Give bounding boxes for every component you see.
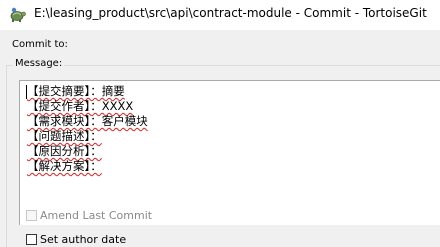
commit-message-editor[interactable]: 【提交摘要】：摘要 【提交作者】：XXXX 【需求模块】：客户模块 【问题描述】… <box>19 80 440 225</box>
message-line-solution: 【解决方案】： <box>27 159 102 173</box>
message-line-author: 【提交作者】：XXXX <box>27 99 134 113</box>
message-group-label: Message: <box>13 58 65 69</box>
commit-to-label: Commit to: <box>12 39 68 50</box>
message-line-module: 【需求模块】：客户模块 <box>27 114 148 128</box>
set-author-date-checkbox[interactable] <box>26 233 37 245</box>
set-author-date-label[interactable]: Set author date <box>40 233 126 246</box>
message-line-problem: 【问题描述】： <box>27 129 102 143</box>
amend-last-commit-option: Amend Last Commit <box>26 207 152 223</box>
amend-last-commit-label: Amend Last Commit <box>40 208 153 222</box>
title-bar[interactable]: E:\leasing_product\src\api\contract-modu… <box>0 0 440 30</box>
message-line-summary: 【提交摘要】：摘要 <box>27 84 125 98</box>
dialog-body: Commit to: Message: 【提交摘要】：摘要 【提交作者】：XXX… <box>0 30 440 247</box>
tortoisegit-icon <box>9 6 27 24</box>
amend-last-commit-checkbox <box>26 209 37 221</box>
set-author-date-option[interactable]: Set author date <box>26 231 126 247</box>
message-line-cause: 【原因分析】： <box>27 144 102 158</box>
commit-dialog-window: E:\leasing_product\src\api\contract-modu… <box>0 0 440 247</box>
window-title: E:\leasing_product\src\api\contract-modu… <box>34 6 427 20</box>
